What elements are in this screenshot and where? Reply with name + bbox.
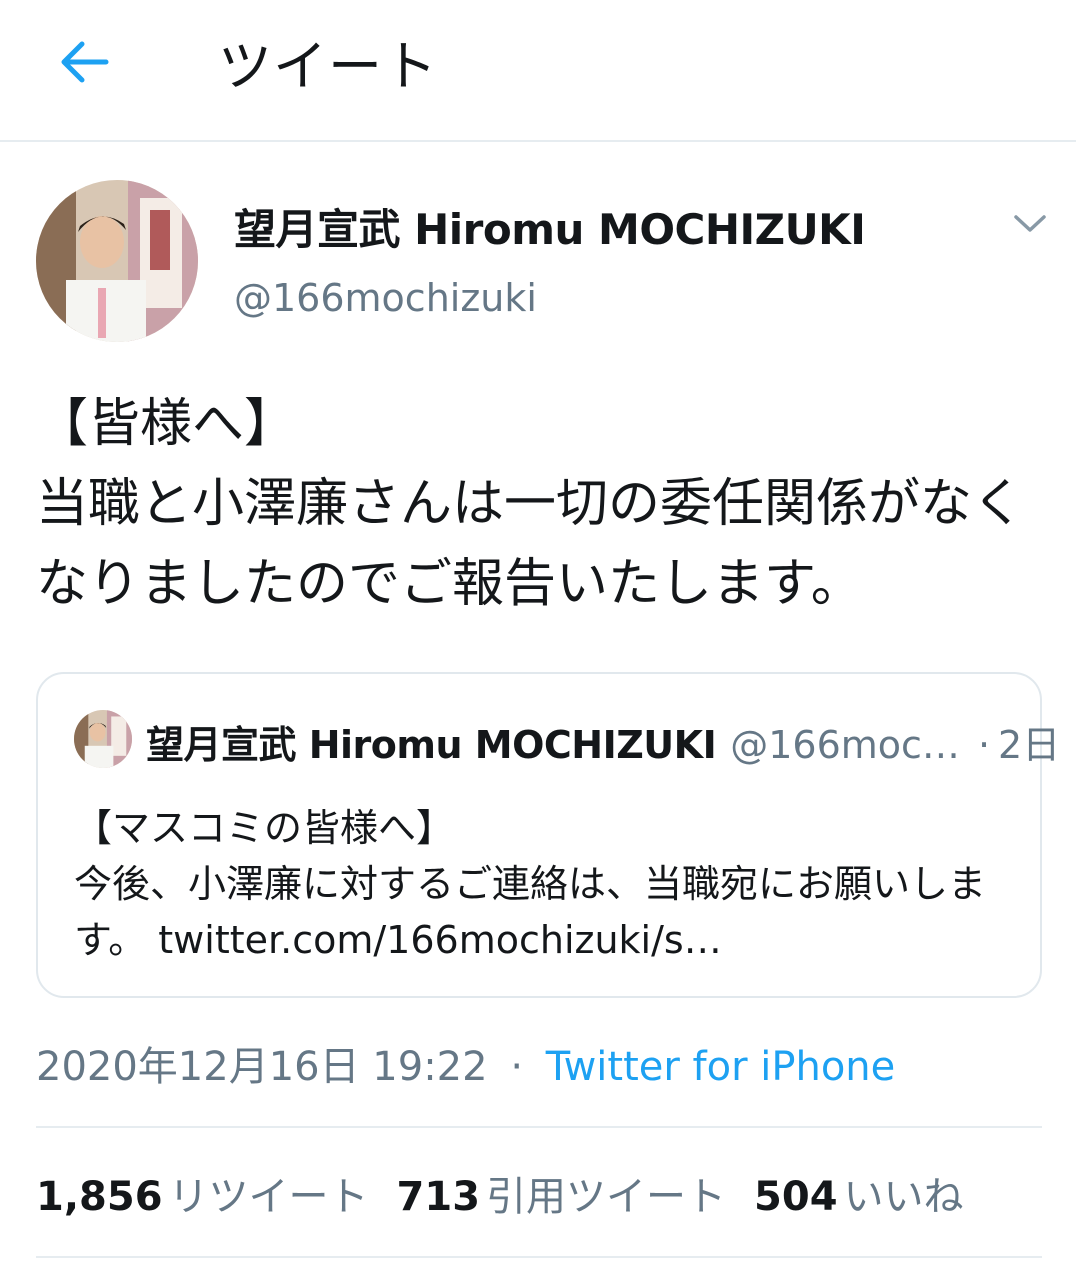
quoted-author-avatar xyxy=(74,710,132,768)
tweet-text-line: 当職と小澤廉さんは一切の委任関係がなく xyxy=(36,474,1025,534)
top-bar: ツイート xyxy=(0,0,1076,140)
header-divider xyxy=(0,140,1076,142)
stats-divider-top xyxy=(36,1126,1042,1128)
quotes-stat[interactable]: 713 引用ツイート xyxy=(397,1164,727,1222)
avatar-image xyxy=(74,710,132,768)
quoted-tweet-card[interactable]: 望月宣武 Hiromu MOCHIZUKI @166moc… · 2日 【マスコ… xyxy=(36,672,1060,998)
stats-divider-bottom xyxy=(36,1256,1042,1258)
quoted-tweet-text: 【マスコミの皆様へ】 今後、小澤廉に対するご連絡は、当職宛にお願いしま す。 t… xyxy=(74,800,1014,968)
retweets-label: リツイート xyxy=(168,1174,369,1220)
separator-dot: · xyxy=(977,723,991,767)
chevron-down-icon xyxy=(1014,215,1046,232)
page-title: ツイート xyxy=(218,35,438,98)
tweet-text: 【皆様へ】 当職と小澤廉さんは一切の委任関係がなく なりましたのでご報告いたしま… xyxy=(36,384,1056,624)
quoted-text-line: 【マスコミの皆様へ】 xyxy=(74,806,455,850)
tweet-text-line: 【皆様へ】 xyxy=(36,394,297,454)
back-button[interactable] xyxy=(52,30,116,94)
author-name[interactable]: 望月宣武 Hiromu MOCHIZUKI xyxy=(234,196,866,257)
quoted-text-line: 今後、小澤廉に対するご連絡は、当職宛にお願いしま xyxy=(74,862,987,906)
quotes-label: 引用ツイート xyxy=(486,1174,727,1220)
author-handle[interactable]: @166mochizuki xyxy=(234,276,537,320)
tweet-text-line: なりましたのでご報告いたします。 xyxy=(36,554,863,614)
tweet-stats: 1,856 リツイート 713 引用ツイート 504 いいね xyxy=(36,1164,964,1222)
arrow-left-icon xyxy=(61,41,109,83)
likes-label: いいね xyxy=(843,1174,964,1220)
quotes-count: 713 xyxy=(396,1174,481,1220)
quoted-author-handle: @166moc… xyxy=(730,723,960,767)
avatar-image xyxy=(36,180,198,342)
tweet-timestamp[interactable]: 2020年12月16日 19:22 xyxy=(36,1044,488,1090)
likes-count: 504 xyxy=(754,1174,838,1220)
quoted-text-line: す。 twitter.com/166mochizuki/s… xyxy=(74,918,722,962)
tweet-meta: 2020年12月16日 19:22 · Twitter for iPhone xyxy=(36,1034,895,1092)
retweets-count: 1,856 xyxy=(36,1174,163,1220)
quoted-author-name: 望月宣武 Hiromu MOCHIZUKI xyxy=(146,723,717,767)
quoted-tweet-time: 2日 xyxy=(998,723,1061,767)
likes-stat[interactable]: 504 いいね xyxy=(754,1164,964,1222)
tweet-source-link[interactable]: Twitter for iPhone xyxy=(546,1044,896,1090)
tweet-menu-button[interactable] xyxy=(1008,204,1052,244)
retweets-stat[interactable]: 1,856 リツイート xyxy=(36,1164,369,1222)
separator-dot: · xyxy=(510,1044,524,1090)
quoted-tweet-header: 望月宣武 Hiromu MOCHIZUKI @166moc… · 2日 xyxy=(146,714,1060,769)
author-avatar[interactable] xyxy=(36,180,198,342)
